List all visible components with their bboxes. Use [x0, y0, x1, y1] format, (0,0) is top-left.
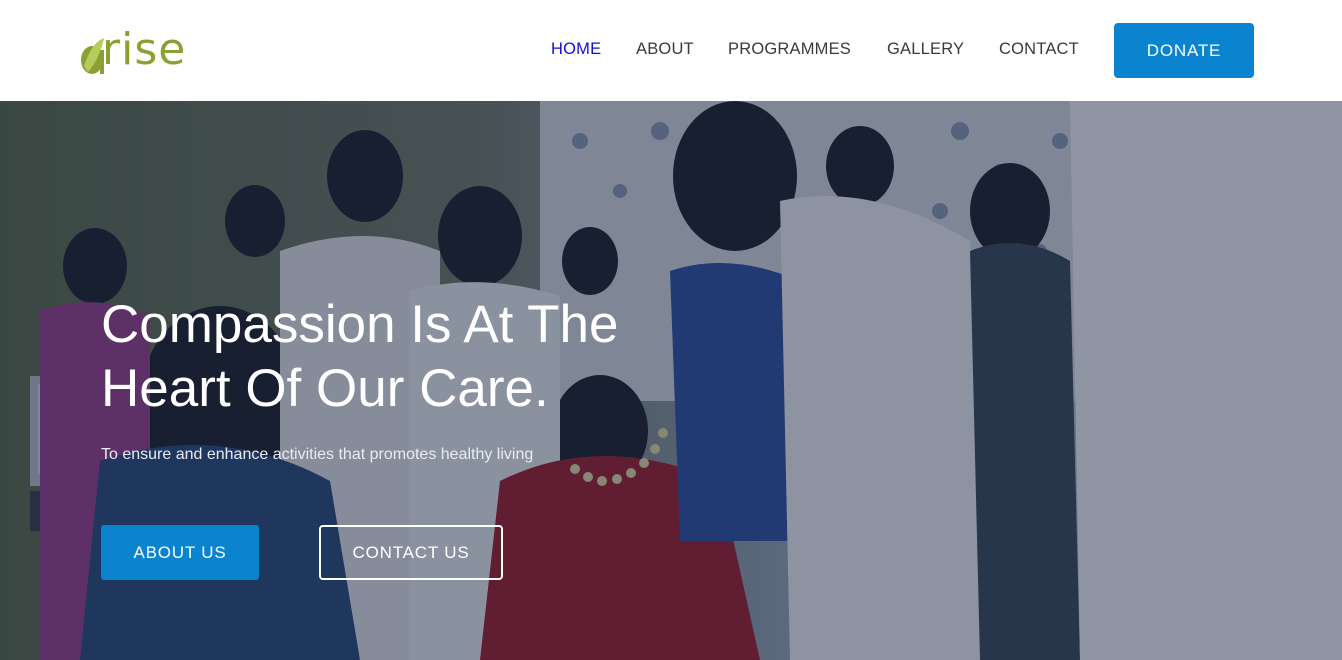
hero-subtitle: To ensure and enhance activities that pr… — [101, 446, 534, 463]
site-header: rise HOME ABOUT PROGRAMMES GALLERY CONTA… — [0, 0, 1342, 101]
nav-about[interactable]: ABOUT — [636, 40, 694, 59]
contact-us-button[interactable]: CONTACT US — [319, 525, 503, 580]
hero-title-line2: Heart Of Our Care. — [101, 359, 549, 418]
logo-wordmark: rise — [102, 24, 187, 75]
hero-section: Compassion Is At The Heart Of Our Care. … — [0, 101, 1342, 660]
about-us-button[interactable]: ABOUT US — [101, 525, 259, 580]
nav-gallery[interactable]: GALLERY — [887, 40, 964, 59]
nav-home[interactable]: HOME — [551, 40, 601, 59]
nav-programmes[interactable]: PROGRAMMES — [728, 40, 851, 59]
site-logo[interactable]: rise — [78, 20, 193, 82]
donate-button[interactable]: DONATE — [1114, 23, 1254, 78]
hero-title-line1: Compassion Is At The — [101, 295, 619, 354]
hero-title: Compassion Is At The Heart Of Our Care. — [101, 293, 741, 421]
nav-contact[interactable]: CONTACT — [999, 40, 1079, 59]
